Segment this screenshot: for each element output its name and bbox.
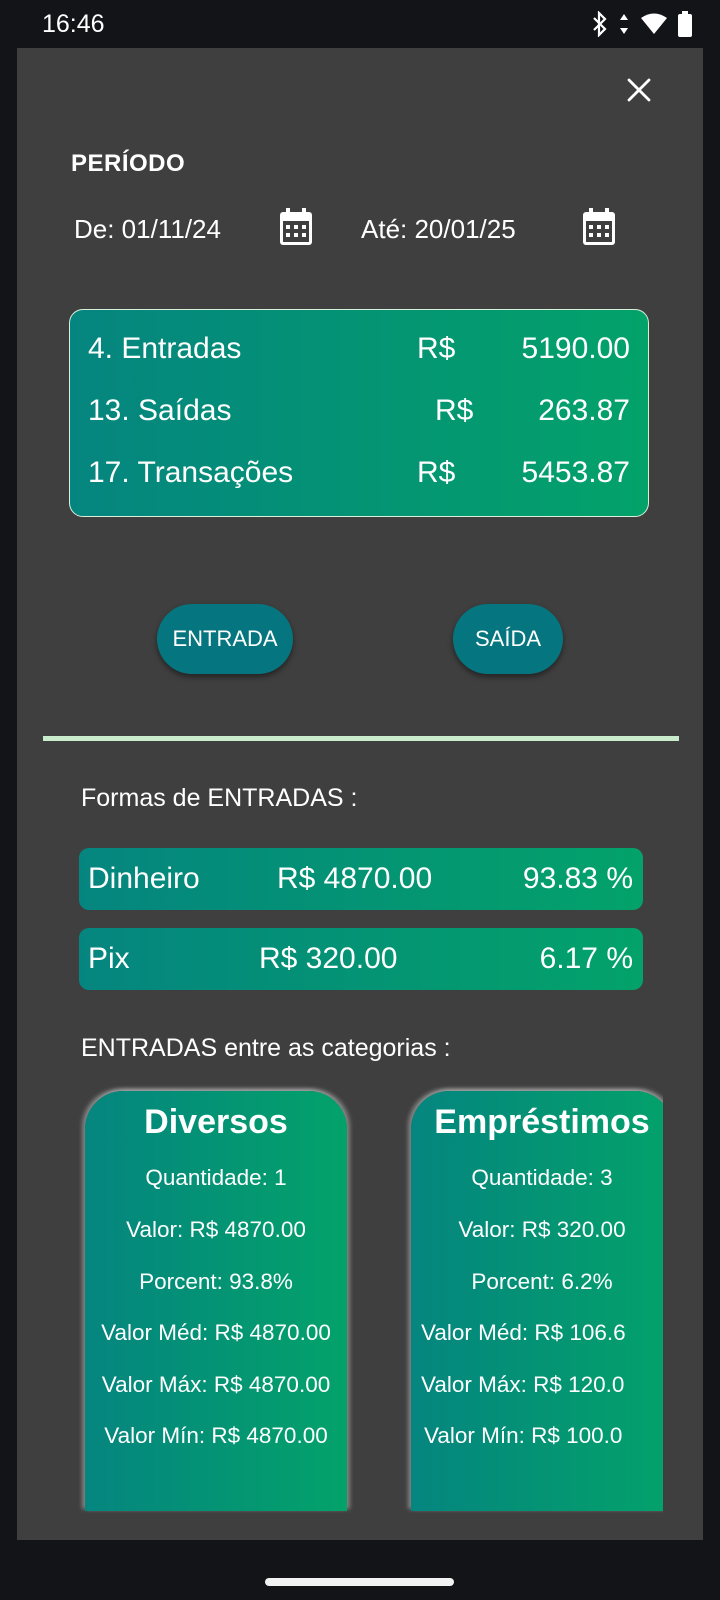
summary-row-saidas: 13. Saídas R$ 263.87 bbox=[70, 394, 648, 438]
summary-card: 4. Entradas R$ 5190.00 13. Saídas R$ 263… bbox=[69, 309, 649, 517]
data-arrows-icon bbox=[618, 12, 630, 36]
method-percent: 93.83 % bbox=[522, 862, 633, 895]
battery-icon bbox=[678, 11, 692, 37]
category-value: Valor: R$ 320.00 bbox=[458, 1217, 626, 1242]
bluetooth-icon bbox=[592, 11, 608, 37]
from-calendar-button[interactable] bbox=[279, 208, 319, 250]
status-icons bbox=[592, 11, 692, 37]
from-date[interactable]: De: 01/11/24 bbox=[74, 214, 221, 245]
method-amount: R$ 4870.00 bbox=[277, 862, 433, 895]
method-amount: R$ 320.00 bbox=[259, 942, 398, 975]
category-quantity: Quantidade: 3 bbox=[471, 1165, 613, 1190]
summary-row-transacoes: 17. Transações R$ 5453.87 bbox=[70, 456, 648, 500]
category-name: Empréstimos bbox=[434, 1103, 650, 1141]
category-card-diversos[interactable]: Diversos Quantidade: 1 Valor: R$ 4870.00… bbox=[85, 1091, 347, 1511]
section-divider bbox=[43, 736, 679, 741]
category-card-emprestimos[interactable]: Empréstimos Quantidade: 3 Valor: R$ 320.… bbox=[411, 1091, 663, 1511]
method-row-dinheiro: Dinheiro R$ 4870.00 93.83 % bbox=[79, 848, 643, 910]
method-name: Dinheiro bbox=[88, 862, 200, 895]
category-min: Valor Mín: R$ 4870.00 bbox=[104, 1423, 328, 1448]
wifi-icon bbox=[640, 13, 668, 35]
category-avg: Valor Méd: R$ 106.6 bbox=[421, 1320, 626, 1345]
categories-carousel[interactable]: Diversos Quantidade: 1 Valor: R$ 4870.00… bbox=[17, 1081, 663, 1541]
period-label: PERÍODO bbox=[71, 150, 186, 177]
category-percent: Porcent: 93.8% bbox=[139, 1269, 293, 1294]
method-name: Pix bbox=[88, 942, 130, 975]
to-calendar-button[interactable] bbox=[582, 208, 622, 250]
method-percent: 6.17 % bbox=[539, 942, 633, 975]
calendar-icon bbox=[280, 208, 312, 245]
category-max: Valor Máx: R$ 4870.00 bbox=[101, 1372, 331, 1397]
summary-currency: R$ bbox=[417, 456, 456, 489]
category-quantity: Quantidade: 1 bbox=[145, 1165, 287, 1190]
saida-button[interactable]: SAÍDA bbox=[453, 604, 563, 674]
entrada-button[interactable]: ENTRADA bbox=[157, 604, 293, 674]
summary-value: 5190.00 bbox=[521, 332, 630, 365]
home-gesture-handle[interactable] bbox=[265, 1578, 454, 1586]
summary-value: 263.87 bbox=[538, 394, 630, 427]
calendar-icon bbox=[583, 208, 615, 245]
summary-label: 13. Saídas bbox=[88, 394, 232, 427]
summary-label: 17. Transações bbox=[88, 456, 294, 489]
to-date[interactable]: Até: 20/01/25 bbox=[361, 214, 516, 245]
categories-title: ENTRADAS entre as categorias : bbox=[81, 1034, 451, 1062]
category-max: Valor Máx: R$ 120.0 bbox=[421, 1372, 625, 1397]
category-percent: Porcent: 6.2% bbox=[471, 1269, 613, 1294]
summary-currency: R$ bbox=[435, 394, 474, 427]
category-avg: Valor Méd: R$ 4870.00 bbox=[101, 1320, 331, 1345]
close-icon bbox=[627, 78, 651, 102]
category-min: Valor Mín: R$ 100.0 bbox=[424, 1423, 623, 1448]
close-button[interactable] bbox=[619, 70, 659, 110]
navigation-bar bbox=[0, 1540, 720, 1600]
method-row-pix: Pix R$ 320.00 6.17 % bbox=[79, 928, 643, 990]
period-summary-dialog: PERÍODO De: 01/11/24 Até: 20/01/25 4. En… bbox=[17, 48, 703, 1540]
summary-label: 4. Entradas bbox=[88, 332, 242, 365]
status-bar: 16:46 bbox=[0, 0, 720, 48]
summary-currency: R$ bbox=[417, 332, 456, 365]
methods-title: Formas de ENTRADAS : bbox=[81, 784, 358, 812]
date-range-row: De: 01/11/24 Até: 20/01/25 bbox=[17, 204, 703, 254]
summary-row-entradas: 4. Entradas R$ 5190.00 bbox=[70, 332, 648, 376]
category-name: Diversos bbox=[144, 1103, 288, 1141]
status-time: 16:46 bbox=[42, 9, 105, 38]
category-value: Valor: R$ 4870.00 bbox=[126, 1217, 306, 1242]
summary-value: 5453.87 bbox=[521, 456, 630, 489]
